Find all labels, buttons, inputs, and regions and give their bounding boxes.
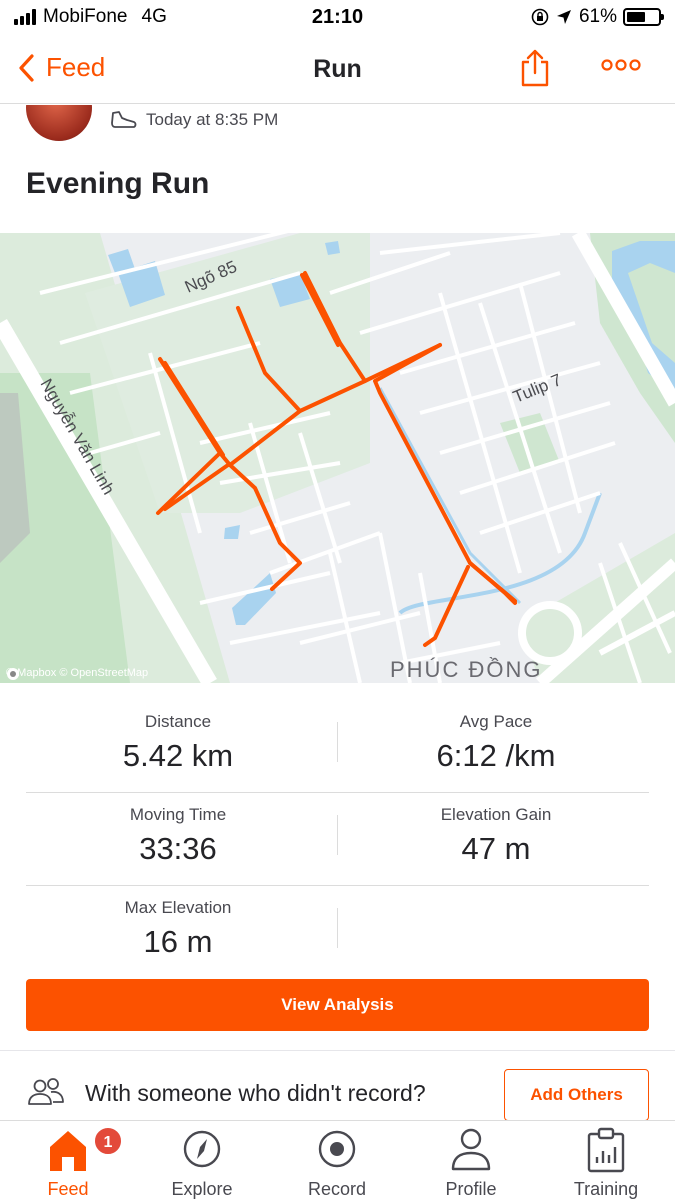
tab-bar: 1 Feed Explore Record Profile Training (0, 1120, 675, 1200)
stat-value: 33:36 (139, 831, 217, 866)
home-icon (50, 1131, 86, 1171)
stat-avg-pace: Avg Pace 6:12 /km (346, 712, 646, 774)
activity-timestamp: Today at 8:35 PM (110, 109, 278, 131)
share-icon (521, 49, 549, 87)
location-arrow-icon (556, 10, 571, 24)
record-icon (318, 1130, 356, 1168)
with-someone-text: With someone who didn't record? (85, 1080, 426, 1106)
rotation-lock-icon (531, 8, 549, 26)
stat-label: Avg Pace (459, 712, 533, 731)
more-options-button[interactable] (600, 58, 642, 77)
people-icon (28, 1078, 64, 1105)
avatar[interactable] (26, 105, 92, 141)
mapbox-logo-icon (7, 668, 19, 680)
battery-percent: 61% (578, 6, 617, 27)
map-attribution[interactable]: © Mapbox © OpenStreetMap (6, 667, 149, 680)
add-others-button[interactable]: Add Others (504, 1069, 649, 1121)
stats-row: Max Elevation 16 m (26, 886, 649, 979)
clipboard-chart-icon (587, 1127, 625, 1173)
with-someone-section: With someone who didn't record? Add Othe… (0, 1050, 675, 1121)
stat-label: Distance (144, 712, 212, 731)
activity-header: Today at 8:35 PM Evening Run (0, 105, 675, 233)
stat-label: Elevation Gain (440, 805, 552, 824)
stat-value: 6:12 /km (436, 738, 556, 773)
stats-row: Distance 5.42 km Avg Pace 6:12 /km (26, 700, 649, 793)
tab-label: Training (573, 1179, 639, 1199)
route-map[interactable]: Ngõ 85 Nguyễn Văn Linh Tulip 7 PHÚC ĐỒNG… (0, 233, 675, 683)
map-canvas: Ngõ 85 Nguyễn Văn Linh Tulip 7 PHÚC ĐỒNG (0, 233, 675, 683)
person-icon (451, 1128, 491, 1171)
view-analysis-button[interactable]: View Analysis (26, 979, 649, 1031)
tab-training[interactable]: Training (546, 1121, 666, 1200)
battery-icon (623, 8, 664, 26)
tab-label: Explore (171, 1179, 233, 1199)
timestamp-text: Today at 8:35 PM (146, 110, 279, 129)
status-bar: MobiFone 4G 21:10 61% (0, 0, 675, 36)
area-label: PHÚC ĐỒNG (390, 657, 542, 682)
stat-value: 16 m (143, 924, 213, 959)
divider (337, 908, 338, 948)
stat-value: 47 m (461, 831, 531, 866)
stat-label: Max Elevation (124, 898, 232, 917)
notification-badge: 1 (93, 1126, 123, 1156)
activity-title: Evening Run (26, 167, 210, 200)
divider (337, 722, 338, 762)
nav-bar: Feed Run (0, 36, 675, 104)
shoe-icon (111, 111, 137, 128)
tab-label: Profile (445, 1179, 497, 1199)
stat-moving-time: Moving Time 33:36 (28, 805, 328, 867)
tab-record[interactable]: Record (277, 1121, 397, 1200)
tab-label: Record (307, 1179, 367, 1199)
stat-distance: Distance 5.42 km (28, 712, 328, 774)
stats-row: Moving Time 33:36 Elevation Gain 47 m (26, 793, 649, 886)
street-label: Tulip 7 (510, 370, 564, 406)
stat-elevation-gain: Elevation Gain 47 m (346, 805, 646, 867)
tab-explore[interactable]: Explore (142, 1121, 262, 1200)
page-title: Run (313, 55, 362, 83)
stat-label: Moving Time (129, 805, 227, 824)
stat-max-elevation: Max Elevation 16 m (28, 898, 328, 960)
share-button[interactable] (518, 48, 552, 93)
tab-profile[interactable]: Profile (411, 1121, 531, 1200)
status-right: 61% (531, 6, 664, 28)
compass-icon (183, 1130, 221, 1168)
divider (337, 815, 338, 855)
tab-feed[interactable]: 1 Feed (8, 1121, 128, 1200)
attribution-text: © Mapbox © OpenStreetMap (6, 667, 149, 679)
stat-value: 5.42 km (122, 738, 234, 773)
stats-grid: Distance 5.42 km Avg Pace 6:12 /km Movin… (26, 700, 649, 979)
more-dots-icon (601, 59, 641, 71)
tab-label: Feed (47, 1179, 89, 1199)
